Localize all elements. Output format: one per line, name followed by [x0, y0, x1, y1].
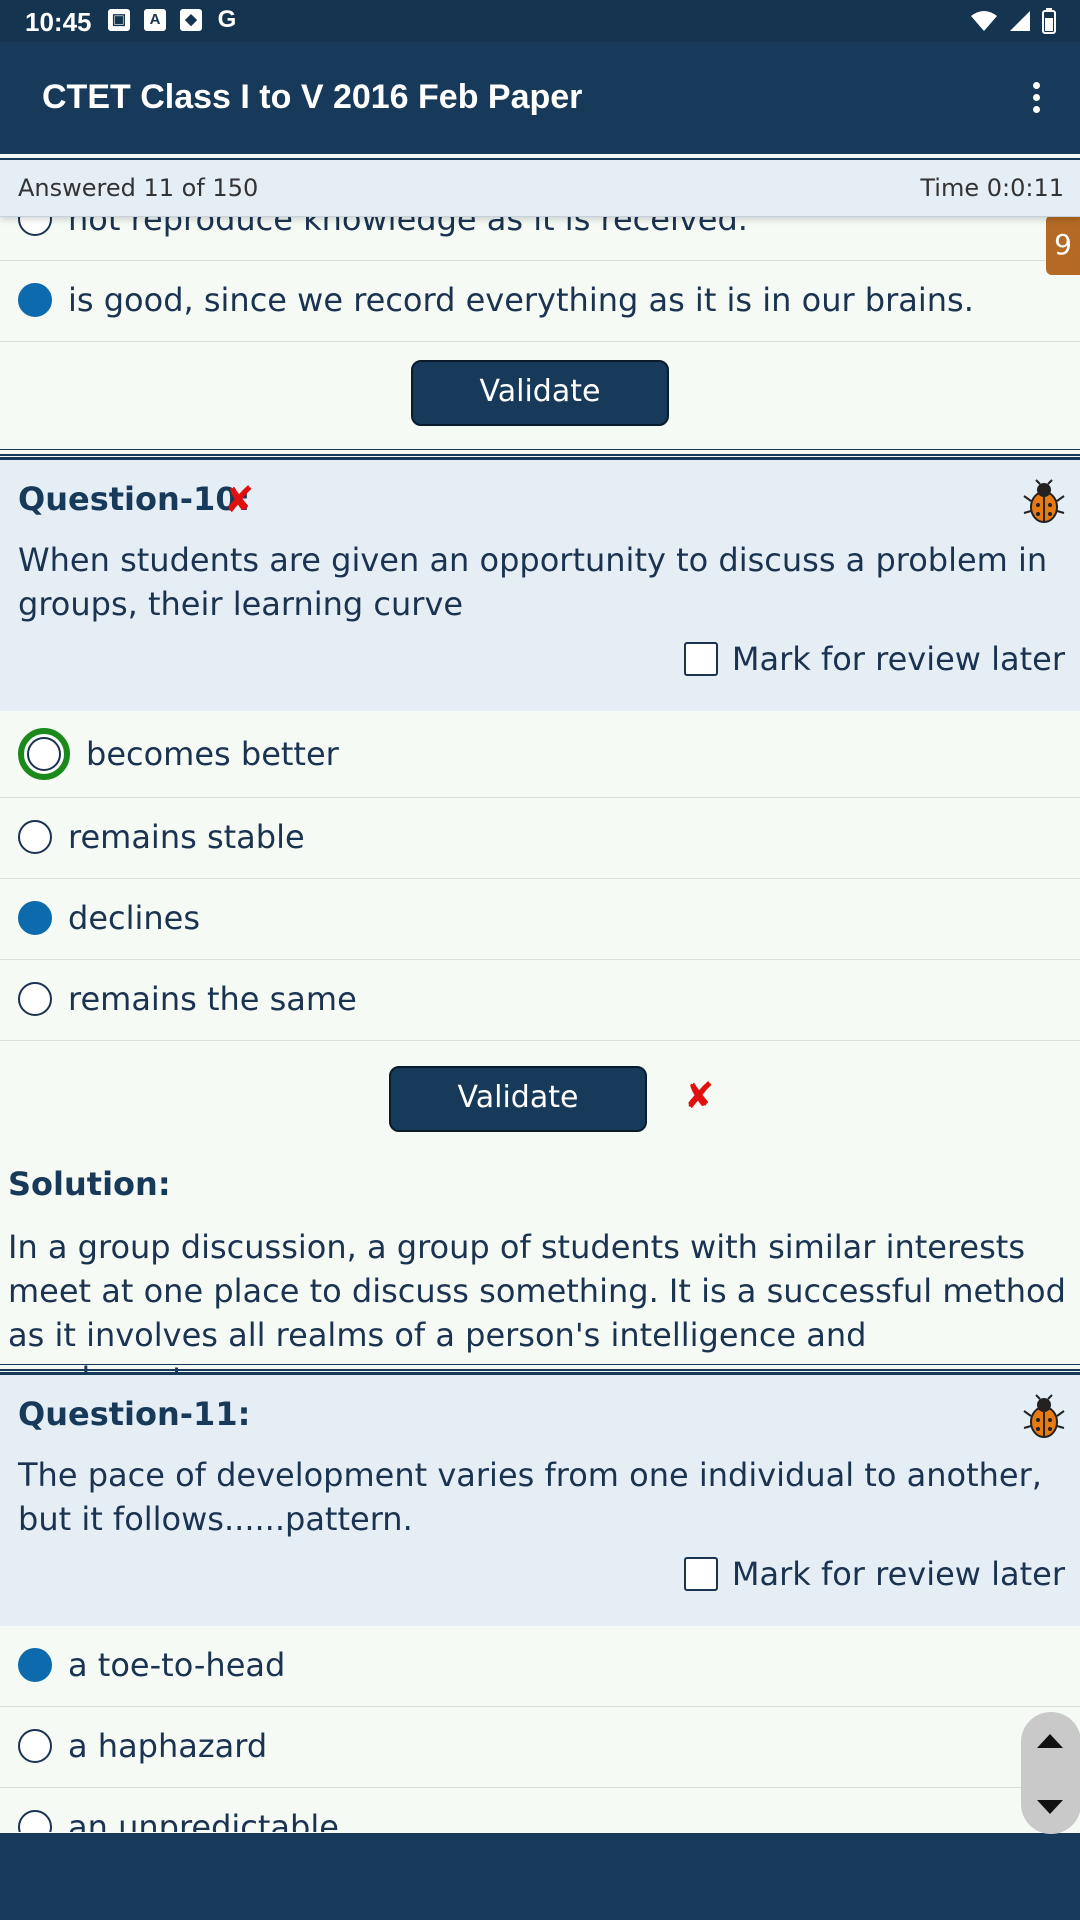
q11-option-1[interactable]: a toe-to-head: [0, 1626, 1080, 1707]
bug-report-icon[interactable]: [1022, 479, 1066, 525]
radio-button[interactable]: [18, 1810, 52, 1832]
option-label: an unpredictable: [68, 1808, 339, 1832]
q11-option-3[interactable]: an unpredictable: [0, 1788, 1080, 1832]
option-label: becomes better: [86, 735, 339, 773]
g-icon: G: [217, 6, 237, 33]
image-icon: ▣: [108, 9, 130, 31]
option-label: declines: [68, 899, 201, 937]
status-time: 10:45: [25, 7, 92, 37]
answered-count: Answered 11 of 150: [18, 174, 259, 202]
timer: Time 0:0:11: [920, 174, 1064, 202]
shield-icon: ◆: [180, 9, 202, 31]
q10-option-4[interactable]: remains the same: [0, 960, 1080, 1041]
option-label: a haphazard: [68, 1727, 268, 1765]
question-11-header: Question-11: The pace of development var…: [0, 1372, 1080, 1630]
question-text: The pace of development varies from one …: [18, 1456, 1042, 1538]
app-bar: CTET Class I to V 2016 Feb Paper: [0, 42, 1080, 154]
mark-review-checkbox[interactable]: [683, 1557, 718, 1591]
scroll-down-icon[interactable]: [1037, 1800, 1063, 1814]
scroll-up-icon[interactable]: [1037, 1734, 1063, 1748]
q9-option-3[interactable]: not reproduce knowledge as it is receive…: [0, 214, 1080, 261]
question-number-badge[interactable]: 9: [1046, 215, 1080, 275]
question-text: When students are given an opportunity t…: [18, 541, 1048, 623]
radio-button[interactable]: [18, 982, 52, 1016]
question-title: Question-11:: [18, 1395, 251, 1433]
option-label: is good, since we record everything as i…: [68, 281, 974, 319]
radio-button-selected[interactable]: [18, 1648, 52, 1682]
question-10-header: Question-10: ✘ When students are given a…: [0, 457, 1080, 715]
radio-button-selected[interactable]: [18, 901, 52, 935]
battery-icon: [1042, 8, 1056, 34]
bug-report-icon[interactable]: [1022, 1394, 1066, 1440]
wrong-icon: ✘: [224, 480, 255, 521]
page-title: CTET Class I to V 2016 Feb Paper: [42, 78, 583, 116]
wrong-icon: ✘: [684, 1076, 715, 1117]
more-vert-icon[interactable]: [1016, 78, 1056, 122]
option-label: remains the same: [68, 980, 357, 1018]
radio-button[interactable]: [18, 1729, 52, 1763]
solution-title: Solution:: [8, 1165, 171, 1203]
mark-review-label: Mark for review later: [731, 640, 1065, 678]
q10-option-3[interactable]: declines: [0, 879, 1080, 960]
validate-button[interactable]: Validate: [411, 360, 669, 426]
q11-option-2[interactable]: a haphazard: [0, 1707, 1080, 1788]
a-icon: A: [144, 9, 166, 31]
radio-button-correct[interactable]: [18, 728, 70, 780]
q10-option-2[interactable]: remains stable: [0, 798, 1080, 879]
divider: [0, 1364, 1080, 1371]
progress-bar: Answered 11 of 150 Time 0:0:11: [0, 158, 1080, 217]
question-list: not reproduce knowledge as it is receive…: [0, 214, 1080, 1832]
signal-icon: [1010, 11, 1030, 31]
question-title: Question-10:: [18, 480, 251, 518]
wifi-icon: [971, 11, 997, 31]
mark-review-checkbox[interactable]: [683, 642, 718, 676]
radio-button[interactable]: [18, 820, 52, 854]
validate-button[interactable]: Validate: [389, 1066, 647, 1132]
q9-option-4[interactable]: is good, since we record everything as i…: [0, 261, 1080, 342]
option-label: a toe-to-head: [68, 1646, 286, 1684]
mark-review-label: Mark for review later: [731, 1555, 1065, 1593]
radio-button[interactable]: [18, 214, 52, 236]
bottom-bar: [0, 1833, 1080, 1920]
option-label: not reproduce knowledge as it is receive…: [68, 214, 748, 238]
mark-for-review[interactable]: Mark for review later: [683, 640, 1065, 678]
q10-option-1[interactable]: becomes better: [0, 711, 1080, 798]
status-bar: 10:45 ▣ A ◆ G: [0, 0, 1080, 42]
option-label: remains stable: [68, 818, 305, 856]
scroll-control: [1021, 1712, 1080, 1834]
mark-for-review[interactable]: Mark for review later: [683, 1555, 1065, 1593]
radio-button-selected[interactable]: [18, 283, 52, 317]
divider: [0, 449, 1080, 456]
